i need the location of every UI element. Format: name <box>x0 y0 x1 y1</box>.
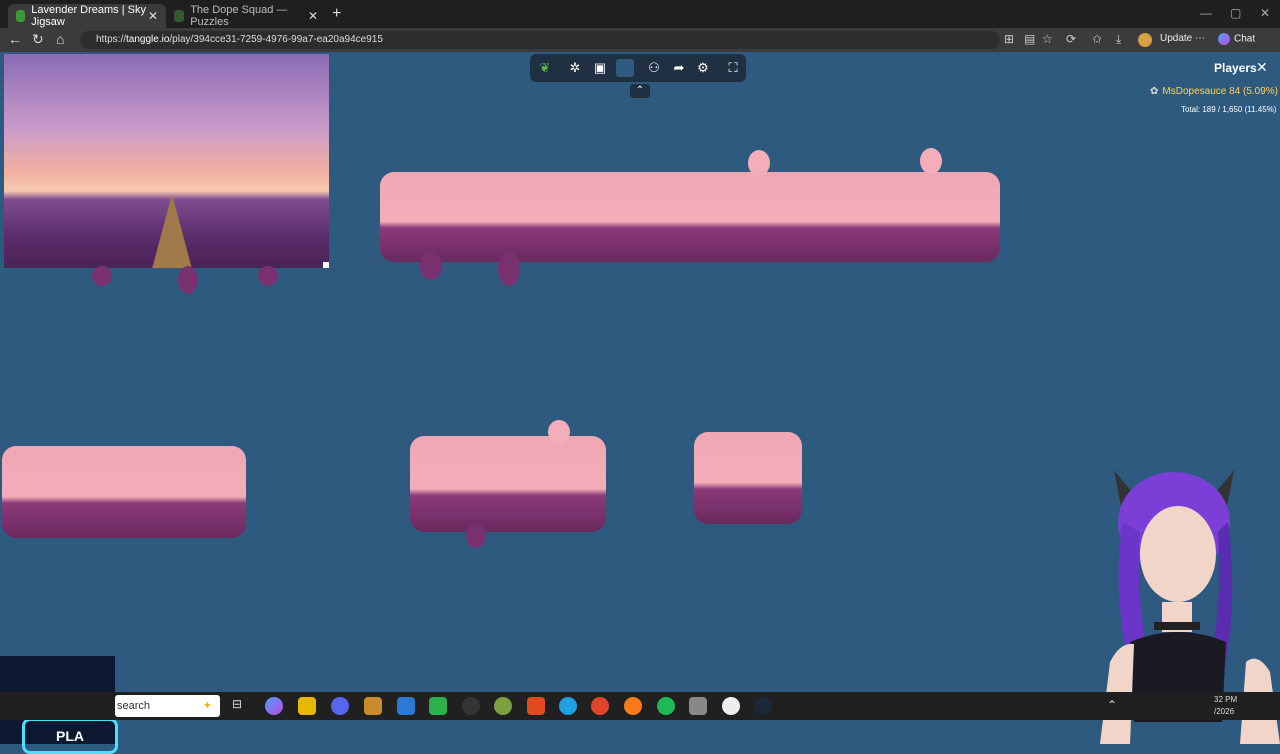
players-panel-title: Players <box>1214 61 1257 75</box>
piece-tab <box>258 266 278 286</box>
chat-label: Chat <box>1234 33 1256 45</box>
downloads-icon[interactable]: ⤓ <box>1116 32 1121 47</box>
player-avatar-icon: ✿ <box>1150 86 1159 97</box>
tray-chevron-icon[interactable]: ⌃ <box>1107 698 1117 712</box>
puzzle-piece-icon[interactable]: ✲ <box>566 59 584 77</box>
back-icon[interactable]: ← <box>8 31 22 47</box>
close-tab-icon[interactable]: ✕ <box>308 9 318 23</box>
clock-date: /2026 <box>1214 707 1235 716</box>
tanggle-favicon-icon <box>174 10 185 22</box>
puzzle-piece-group[interactable] <box>410 436 606 532</box>
image-preview-icon[interactable]: ▣ <box>591 59 609 77</box>
puzzle-piece-group[interactable] <box>380 172 1000 262</box>
total-progress: Total: 189 / 1,650 (11.45%) <box>1181 105 1277 114</box>
home-icon[interactable]: ⌂ <box>56 31 64 47</box>
new-tab-icon[interactable]: + <box>332 5 341 23</box>
close-players-icon[interactable]: ✕ <box>1256 59 1268 76</box>
piece-tab <box>420 252 442 280</box>
players-icon[interactable]: ⚇ <box>645 59 663 77</box>
spotify-icon[interactable] <box>657 697 675 715</box>
edge-icon[interactable] <box>559 697 577 715</box>
copilot-icon <box>1218 33 1230 45</box>
close-tab-icon[interactable]: ✕ <box>148 9 158 23</box>
browser-titlebar: Lavender Dreams | Sky Jigsaw ✕ The Dope … <box>0 0 1280 28</box>
fullscreen-icon[interactable]: ⛶ <box>724 59 742 77</box>
copilot-chat-button[interactable]: Chat <box>1218 33 1255 45</box>
tab-lavender-dreams[interactable]: Lavender Dreams | Sky Jigsaw ✕ <box>8 4 166 28</box>
app-icon[interactable] <box>462 697 480 715</box>
sparkle-icon: ✦ <box>202 700 212 712</box>
tanggle-favicon-icon <box>16 10 26 22</box>
favorite-star-icon[interactable]: ☆ <box>1042 32 1053 46</box>
share-icon[interactable]: ➦ <box>670 59 688 77</box>
browser-toolbar: ← ↻ ⌂ https://tanggle.io/play/394cce31-7… <box>0 28 1280 52</box>
file-explorer-icon[interactable] <box>298 697 316 715</box>
piece-tab <box>498 252 520 286</box>
brave-icon[interactable] <box>527 697 545 715</box>
tab-title: Lavender Dreams | Sky Jigsaw <box>31 4 146 28</box>
reader-icon[interactable]: ▤ <box>1024 32 1035 46</box>
firefox-icon[interactable] <box>624 697 642 715</box>
piece-tab <box>548 420 570 444</box>
maximize-icon[interactable]: ▢ <box>1230 6 1241 20</box>
puzzle-piece-group[interactable] <box>2 446 246 538</box>
piece-tab <box>92 266 112 286</box>
puzzle-piece[interactable] <box>694 432 802 524</box>
app-icon[interactable] <box>722 697 740 715</box>
piece-tab <box>748 150 770 176</box>
player-row: ✿ MsDopesauce 84 (5.09%) <box>1150 86 1278 97</box>
app-icon[interactable] <box>429 697 447 715</box>
play-button: PLA <box>22 718 118 754</box>
url-host: tanggle.io <box>126 34 170 45</box>
reference-image[interactable] <box>4 54 329 268</box>
favorites-icon[interactable]: ✩ <box>1092 32 1102 46</box>
search-placeholder: search <box>117 700 151 712</box>
resize-handle[interactable] <box>323 262 329 268</box>
piece-tab <box>466 524 486 548</box>
steam-icon[interactable] <box>754 697 772 715</box>
update-button[interactable]: Update ⋯ <box>1160 33 1205 44</box>
clock-time: 32 PM <box>1214 695 1238 704</box>
refresh-icon[interactable]: ↻ <box>32 31 44 48</box>
app-icon[interactable] <box>397 697 415 715</box>
app-icon[interactable] <box>689 697 707 715</box>
puzzle-board[interactable]: ❦ ✲ ▣ ⚇ ➦ ⚙ ⛶ ⌃ Players ✕ ✿ MsDopesauce 8… <box>0 52 1280 754</box>
tab-dope-squad[interactable]: The Dope Squad — Puzzles ✕ <box>166 4 326 28</box>
split-screen-icon[interactable]: ⊞ <box>1004 32 1014 46</box>
field-path <box>152 194 192 268</box>
piece-tab <box>920 148 942 174</box>
system-clock: 32 PM /2026 <box>1214 694 1237 718</box>
extensions-icon[interactable]: ⟳ <box>1066 32 1076 46</box>
taskbar: search ✦ ⊟ ⌃ 32 PM /2026 <box>0 692 1280 720</box>
address-bar[interactable]: https://tanggle.io/play/394cce31-7259-49… <box>80 31 1000 49</box>
collapse-toolbar-icon[interactable]: ⌃ <box>630 84 650 98</box>
background-color-icon[interactable] <box>616 59 634 77</box>
taskbar-search[interactable]: search ✦ <box>115 695 220 717</box>
game-toolbar: ❦ ✲ ▣ ⚇ ➦ ⚙ ⛶ <box>530 54 746 82</box>
app-icon[interactable] <box>494 697 512 715</box>
url-path: /play/394cce31-7259-4976-99a7-ea20a94ce9… <box>169 34 383 45</box>
app-icon[interactable] <box>364 697 382 715</box>
piece-tab <box>178 266 198 294</box>
url-prefix: https:// <box>96 34 127 45</box>
player-name: MsDopesauce <box>1162 86 1227 97</box>
copilot-app-icon[interactable] <box>265 697 283 715</box>
update-label: Update <box>1160 33 1193 44</box>
chrome-icon[interactable] <box>591 697 609 715</box>
player-score: 84 (5.09%) <box>1229 86 1279 97</box>
close-window-icon[interactable]: ✕ <box>1260 6 1270 20</box>
discord-icon[interactable] <box>331 697 349 715</box>
settings-gear-icon[interactable]: ⚙ <box>694 59 712 77</box>
minimize-icon[interactable]: — <box>1200 6 1212 20</box>
tanggle-logo-icon[interactable]: ❦ <box>536 59 554 77</box>
task-view-icon[interactable]: ⊟ <box>232 697 250 715</box>
tab-title: The Dope Squad — Puzzles <box>190 4 288 28</box>
avatar[interactable] <box>1138 33 1152 47</box>
